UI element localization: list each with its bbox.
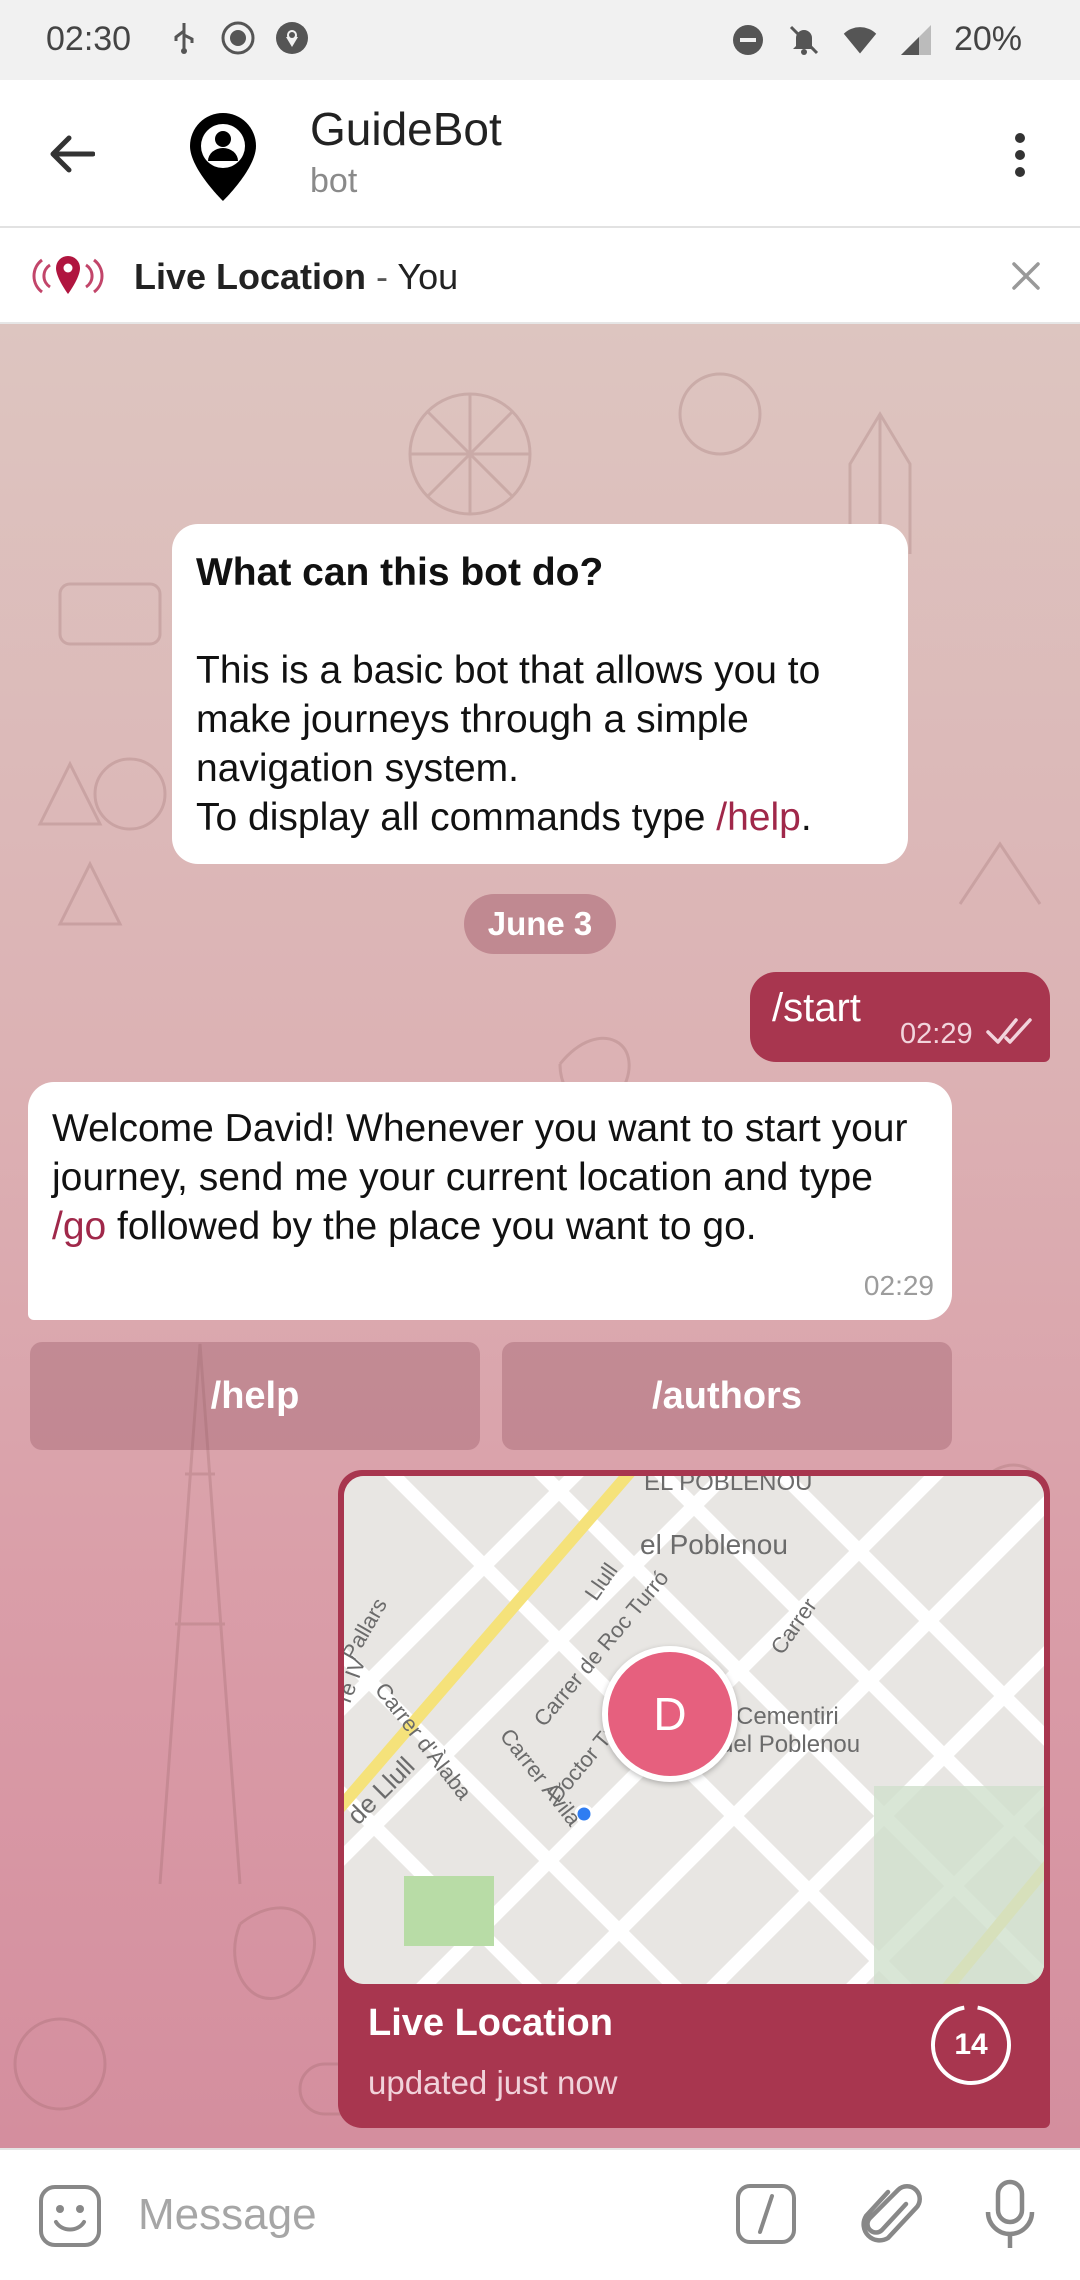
bot-info-body: This is a basic bot that allows you to m…	[196, 649, 821, 790]
go-command-link[interactable]: /go	[52, 1205, 106, 1248]
arrow-left-icon	[50, 135, 95, 173]
outgoing-message[interactable]: /start 02:29	[750, 972, 1050, 1062]
signal-icon	[898, 22, 934, 58]
battery-text: 20%	[953, 20, 1022, 58]
live-location-text: Live Location - You	[134, 256, 458, 298]
bot-info-bubble: What can this bot do? This is a basic bo…	[172, 524, 908, 864]
map-label-el-poblenou-district: EL POBLENOU	[644, 1476, 813, 1496]
help-suffix: .	[800, 796, 812, 839]
live-location-separator: -	[366, 256, 398, 297]
incoming-message-time: 02:29	[863, 1270, 934, 1301]
record-icon	[220, 20, 256, 56]
keyboard-button-help[interactable]: /help	[30, 1342, 480, 1450]
bot-info-help-line: To display all commands type /help.	[196, 793, 884, 842]
live-location-title: Live Location	[368, 2002, 613, 2044]
location-status-icon	[274, 20, 310, 56]
live-location-bar[interactable]: Live Location - You	[0, 228, 1080, 324]
live-location-icon	[32, 256, 104, 294]
more-menu-button[interactable]	[988, 120, 1052, 190]
status-time: 02:30	[46, 20, 132, 58]
usb-icon	[166, 20, 202, 56]
bot-avatar[interactable]	[168, 102, 278, 212]
close-live-location-button[interactable]	[1000, 250, 1052, 302]
map-label-el-poblenou: el Poblenou	[640, 1529, 788, 1560]
location-map[interactable]: EL POBLENOU el Poblenou Cementiri del Po…	[344, 1476, 1044, 1984]
attach-icon[interactable]	[858, 2180, 924, 2250]
keyboard-button-authors[interactable]: /authors	[502, 1342, 952, 1450]
chat-subtitle: bot	[310, 162, 358, 200]
incoming-message[interactable]: Welcome David! Whenever you want to star…	[28, 1082, 952, 1320]
bot-info-question: What can this bot do?	[196, 551, 604, 594]
map-label-del-poblenou: del Poblenou	[720, 1731, 860, 1758]
bot-commands-icon[interactable]	[734, 2182, 798, 2246]
status-bar: 02:30 20%	[0, 0, 1080, 80]
close-icon	[1012, 262, 1040, 290]
help-command-link[interactable]: /help	[716, 796, 801, 839]
wifi-icon	[842, 22, 878, 58]
timer-value: 14	[954, 2028, 988, 2061]
mute-icon	[786, 22, 822, 58]
live-location-message[interactable]: EL POBLENOU el Poblenou Cementiri del Po…	[338, 1470, 1050, 2128]
outgoing-message-text: /start	[772, 986, 861, 1030]
status-right-icons: 20%	[730, 20, 1022, 59]
emoji-icon[interactable]	[36, 2182, 104, 2250]
double-check-icon	[986, 1018, 1032, 1044]
live-location-updated: updated just now	[368, 2064, 618, 2101]
incoming-message-part2: followed by the place you want to go.	[106, 1205, 757, 1248]
live-location-who: You	[397, 256, 459, 297]
message-input-bar: Message	[0, 2148, 1080, 2280]
chat-title[interactable]: GuideBot	[310, 102, 502, 156]
microphone-icon[interactable]	[980, 2178, 1040, 2252]
chat-header: GuideBot bot	[0, 80, 1080, 228]
date-separator: June 3	[464, 894, 616, 954]
more-vertical-icon	[1015, 133, 1025, 177]
help-prefix: To display all commands type	[196, 796, 717, 839]
message-input[interactable]: Message	[138, 2190, 317, 2240]
map-label-cementiri: Cementiri	[736, 1703, 839, 1730]
outgoing-message-time: 02:29	[900, 1018, 973, 1050]
dnd-icon	[730, 22, 766, 58]
chat-area[interactable]: What can this bot do? This is a basic bo…	[0, 324, 1080, 2148]
back-button[interactable]	[40, 122, 104, 186]
incoming-message-part1: Welcome David! Whenever you want to star…	[52, 1107, 908, 1199]
map-pin-person-icon	[190, 113, 256, 201]
user-location-avatar[interactable]: D	[602, 1646, 738, 1782]
status-left-icons	[166, 20, 310, 56]
live-location-label: Live Location	[134, 256, 367, 297]
live-location-timer[interactable]: 14	[926, 2000, 1016, 2090]
